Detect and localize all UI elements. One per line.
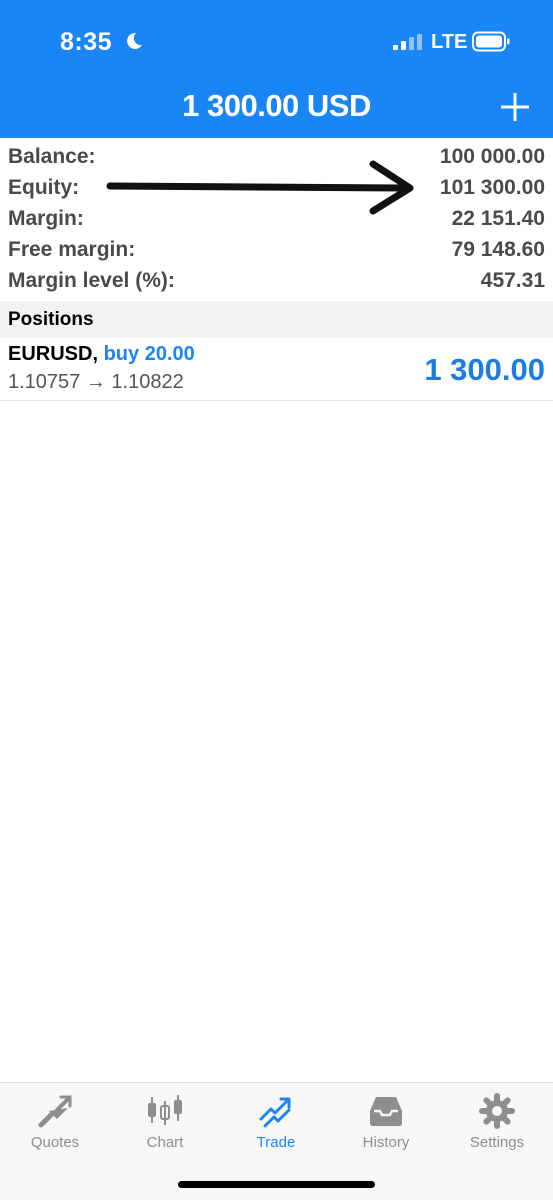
position-side: buy 20.00 xyxy=(103,343,195,365)
tab-label: Chart xyxy=(146,1134,184,1151)
network-label: LTE xyxy=(431,31,468,53)
summary-value: 457.31 xyxy=(480,269,545,292)
tab-settings[interactable]: Settings xyxy=(442,1083,552,1163)
tab-chart[interactable]: Chart xyxy=(110,1083,220,1163)
positions-title: Positions xyxy=(8,309,94,330)
summary-label: Balance: xyxy=(8,145,96,168)
quotes-icon xyxy=(38,1095,72,1128)
tab-trade[interactable]: Trade xyxy=(221,1083,331,1163)
tab-history[interactable]: History xyxy=(331,1083,441,1163)
page-title: 1 300.00 USD xyxy=(182,88,371,123)
tab-label: History xyxy=(362,1134,410,1151)
trade-icon xyxy=(259,1097,291,1128)
summary-label: Free margin: xyxy=(8,238,136,261)
position-profit: 1 300.00 xyxy=(424,352,545,387)
positions-header: Positions xyxy=(0,301,553,338)
summary-row-free-margin: Free margin: 79 148.60 xyxy=(0,233,553,264)
status-time: 8:35 xyxy=(60,28,113,56)
position-symbol: EURUSD, xyxy=(8,343,99,365)
signal-icon xyxy=(393,34,422,50)
summary-value: 22 151.40 xyxy=(451,207,545,230)
tab-label: Trade xyxy=(256,1134,296,1151)
add-order-button[interactable] xyxy=(498,90,532,124)
tab-label: Quotes xyxy=(30,1134,80,1151)
gear-icon xyxy=(479,1093,515,1129)
summary-value: 100 000.00 xyxy=(439,145,545,168)
battery-icon xyxy=(472,31,510,52)
summary-label: Margin: xyxy=(8,207,84,230)
position-symbol-line: EURUSD, buy 20.00 xyxy=(8,343,195,366)
position-prices: 1.10757 → 1.10822 xyxy=(8,371,184,393)
annotation-arrow xyxy=(106,160,414,215)
summary-value: 101 300.00 xyxy=(439,176,545,199)
tab-label: Settings xyxy=(469,1134,525,1151)
tab-quotes[interactable]: Quotes xyxy=(0,1083,110,1163)
moon-icon xyxy=(127,32,142,49)
summary-value: 79 148.60 xyxy=(451,238,545,261)
home-indicator xyxy=(178,1181,375,1188)
summary-label: Margin level (%): xyxy=(8,269,175,292)
summary-label: Equity: xyxy=(8,176,80,199)
app-header: 8:35 LTE 1 300.00 USD xyxy=(0,0,553,138)
chart-icon xyxy=(148,1095,182,1125)
history-icon xyxy=(370,1097,402,1126)
position-row[interactable]: EURUSD, buy 20.00 1.10757 → 1.10822 1 30… xyxy=(0,338,553,401)
summary-row-margin-level: Margin level (%): 457.31 xyxy=(0,264,553,295)
